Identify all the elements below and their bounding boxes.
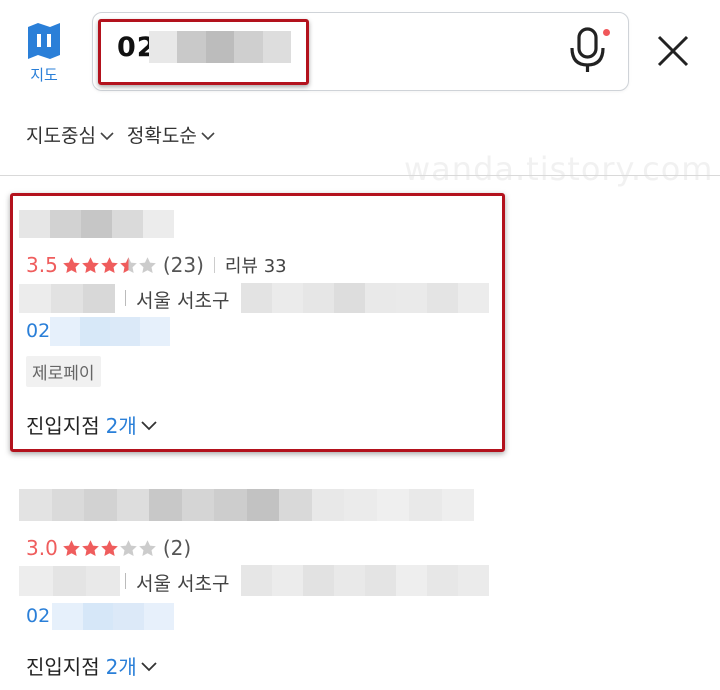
filter-map-center[interactable]: 지도중심: [26, 121, 114, 148]
mic-status-dot: [603, 29, 610, 36]
category-redacted: [19, 566, 121, 596]
phone-number[interactable]: 02: [26, 605, 50, 627]
map-icon: [28, 23, 60, 59]
map-button[interactable]: 지도: [22, 22, 66, 85]
search-query-highlight: [98, 19, 309, 85]
filter-label: 정확도순: [126, 125, 197, 147]
separator: [125, 573, 126, 589]
map-button-label: 지도: [30, 66, 58, 84]
result-title-redacted: [19, 489, 474, 521]
watermark: wanda.tistory.com: [404, 150, 714, 188]
star-empty-icon: [120, 539, 137, 556]
chevron-down-icon: [201, 131, 215, 140]
rating-value: 3.0: [26, 536, 58, 560]
filter-label: 지도중심: [26, 125, 96, 147]
chevron-down-icon: [100, 131, 114, 140]
star-empty-icon: [139, 539, 156, 556]
divider: [0, 175, 720, 176]
star-icon: [63, 539, 80, 556]
filter-bar: 지도중심 정확도순: [26, 121, 215, 148]
result-highlight: [10, 193, 505, 452]
star-icon: [82, 539, 99, 556]
result-rating: 3.0 (2): [26, 536, 191, 560]
phone-redacted: [52, 603, 174, 630]
address-redacted: [241, 565, 489, 596]
chevron-down-icon: [141, 662, 157, 672]
close-icon[interactable]: [655, 33, 691, 69]
branches-label: 진입지점: [26, 655, 100, 679]
rating-count: (2): [162, 536, 192, 560]
branches-toggle[interactable]: 진입지점 2개: [26, 651, 157, 680]
star-icon: [101, 539, 118, 556]
branches-count: 2개: [105, 655, 137, 679]
address-text: 서울 서초구: [136, 573, 230, 595]
filter-accuracy[interactable]: 정확도순: [127, 121, 215, 148]
star-rating: [62, 539, 157, 558]
